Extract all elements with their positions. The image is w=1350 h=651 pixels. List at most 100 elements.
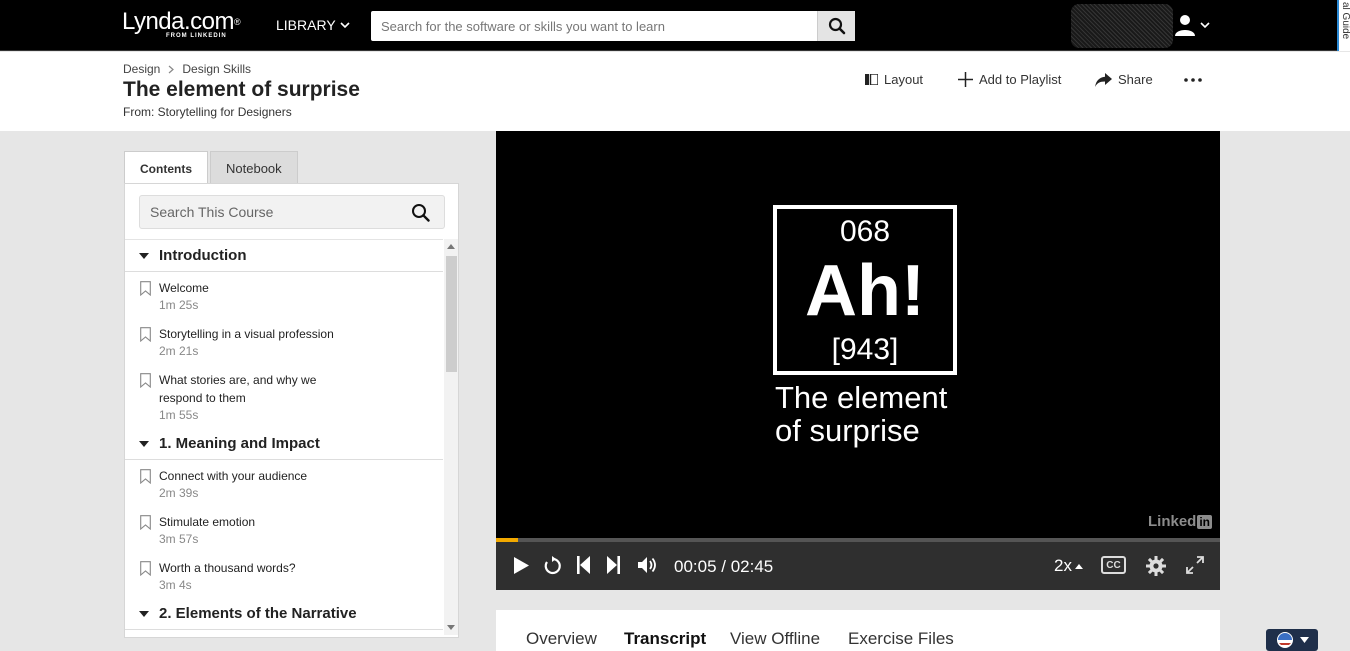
- add-to-playlist-button[interactable]: Add to Playlist: [958, 72, 1061, 87]
- video-caption: The element of surprise: [775, 381, 947, 447]
- side-guide-label: al Guide: [1340, 2, 1350, 40]
- item-duration: 3m 57s: [159, 532, 199, 546]
- bookmark-icon[interactable]: [140, 469, 151, 484]
- lynda-logo[interactable]: Lynda.com® FROM LINKEDIN: [122, 8, 241, 40]
- skip-forward-icon[interactable]: [607, 556, 620, 574]
- watermark-in: in: [1197, 514, 1212, 529]
- item-title: Connect with your audience: [159, 469, 308, 483]
- more-icon: [1184, 78, 1202, 82]
- share-label: Share: [1118, 72, 1153, 87]
- plus-icon: [958, 72, 973, 87]
- video-time-display: 00:05 / 02:45: [674, 557, 774, 576]
- course-contents-panel: Introduction Welcome 1m 25s Storytelling…: [124, 183, 459, 638]
- watermark-text: Linked: [1147, 513, 1197, 530]
- course-search-input[interactable]: [140, 196, 400, 228]
- profile-fingerprint-image: [1071, 4, 1173, 48]
- list-item[interactable]: What stories are, and why we respond to …: [125, 364, 443, 428]
- user-menu-button[interactable]: [1174, 14, 1210, 36]
- global-search-input[interactable]: [371, 11, 817, 41]
- logo-text: Lynda.com®: [122, 8, 241, 35]
- play-icon[interactable]: [513, 556, 530, 575]
- chevron-down-icon: [1200, 21, 1210, 28]
- course-search: [139, 195, 445, 229]
- caret-up-icon: [1074, 563, 1083, 569]
- playback-speed-button[interactable]: 2x: [1054, 556, 1083, 576]
- item-title: Welcome: [159, 281, 209, 295]
- section-header-introduction[interactable]: Introduction: [125, 240, 443, 272]
- volume-icon[interactable]: [638, 556, 658, 574]
- language-flag-button[interactable]: [1266, 629, 1318, 651]
- bookmark-icon[interactable]: [140, 373, 151, 388]
- section-header-elements-of-the-narrative[interactable]: 2. Elements of the Narrative: [125, 598, 443, 630]
- layout-label: Layout: [884, 72, 924, 87]
- video-controls: 00:05 / 02:45 2x CC: [496, 542, 1220, 590]
- layout-icon: [865, 74, 878, 85]
- tab-overview[interactable]: Overview: [526, 629, 597, 649]
- tab-exercise-files[interactable]: Exercise Files: [848, 629, 954, 649]
- caret-down-icon: [139, 610, 149, 617]
- list-item[interactable]: Welcome 1m 25s: [125, 272, 443, 318]
- chevron-down-icon: [340, 21, 350, 28]
- more-options-button[interactable]: [1184, 78, 1202, 82]
- item-duration: 2m 21s: [159, 344, 199, 358]
- add-to-playlist-label: Add to Playlist: [979, 72, 1062, 87]
- list-item[interactable]: Stimulate emotion 3m 57s: [125, 506, 443, 552]
- playback-speed-label: 2x: [1054, 556, 1072, 575]
- breadcrumb-design[interactable]: Design: [123, 62, 160, 76]
- lesson-tabs: Overview Transcript View Offline Exercis…: [496, 610, 1220, 651]
- skip-back-icon[interactable]: [577, 556, 590, 574]
- section-header-meaning-and-impact[interactable]: 1. Meaning and Impact: [125, 428, 443, 460]
- search-icon: [828, 17, 845, 35]
- course-header: Design Design Skills The element of surp…: [0, 52, 1350, 131]
- course-source[interactable]: From: Storytelling for Designers: [123, 105, 292, 119]
- tab-contents[interactable]: Contents: [124, 151, 208, 185]
- periodic-element-graphic: 068 Ah! [943]: [773, 205, 957, 375]
- caret-down-icon: [139, 252, 149, 259]
- scrollbar-thumb[interactable]: [446, 256, 457, 372]
- breadcrumb-design-skills[interactable]: Design Skills: [182, 62, 251, 76]
- share-button[interactable]: Share: [1095, 72, 1153, 87]
- sidebar-tabs: Contents Notebook: [124, 151, 300, 185]
- table-of-contents: Introduction Welcome 1m 25s Storytelling…: [125, 239, 443, 631]
- library-label: LIBRARY: [276, 17, 336, 33]
- closed-captions-button[interactable]: CC: [1101, 556, 1126, 574]
- side-guide-tab[interactable]: al Guide: [1337, 0, 1350, 51]
- section-title: 1. Meaning and Impact: [159, 435, 320, 452]
- list-item[interactable]: Connect with your audience 2m 39s: [125, 460, 443, 506]
- caret-down-icon: [139, 440, 149, 447]
- fullscreen-icon[interactable]: [1186, 556, 1204, 574]
- page-title: The element of surprise: [123, 78, 360, 101]
- logo-subtitle: FROM LINKEDIN: [166, 33, 227, 39]
- top-navigation-bar: Lynda.com® FROM LINKEDIN LIBRARY al Guid…: [0, 0, 1350, 51]
- tab-transcript[interactable]: Transcript: [624, 629, 706, 649]
- scroll-up-arrow-icon[interactable]: [447, 244, 455, 249]
- item-title: What stories are, and why we respond to …: [159, 373, 317, 405]
- global-search: [371, 11, 855, 41]
- video-player[interactable]: 068 Ah! [943] The element of surprise Li…: [496, 131, 1220, 590]
- list-item[interactable]: Worth a thousand words? 3m 4s: [125, 552, 443, 598]
- chevron-right-icon: [168, 65, 175, 73]
- item-title: Stimulate emotion: [159, 515, 256, 529]
- global-search-button[interactable]: [817, 11, 855, 41]
- item-duration: 1m 25s: [159, 298, 199, 312]
- settings-icon[interactable]: [1146, 556, 1166, 576]
- library-menu-button[interactable]: LIBRARY: [276, 17, 350, 33]
- item-duration: 2m 39s: [159, 486, 199, 500]
- layout-button[interactable]: Layout: [865, 72, 923, 87]
- bookmark-icon[interactable]: [140, 561, 151, 576]
- toc-scrollbar[interactable]: [444, 239, 458, 635]
- scroll-down-arrow-icon[interactable]: [447, 625, 455, 630]
- bookmark-icon[interactable]: [140, 281, 151, 296]
- bookmark-icon[interactable]: [140, 515, 151, 530]
- flag-icon: [1276, 632, 1293, 648]
- bookmark-icon[interactable]: [140, 327, 151, 342]
- replay-icon[interactable]: [543, 556, 562, 575]
- search-icon[interactable]: [411, 203, 430, 222]
- user-icon: [1175, 15, 1195, 36]
- item-title: Worth a thousand words?: [159, 561, 296, 575]
- tab-notebook[interactable]: Notebook: [210, 151, 298, 184]
- caret-down-icon: [1299, 637, 1309, 643]
- section-title: 2. Elements of the Narrative: [159, 605, 357, 622]
- list-item[interactable]: Storytelling in a visual profession 2m 2…: [125, 318, 443, 364]
- tab-view-offline[interactable]: View Offline: [730, 629, 820, 649]
